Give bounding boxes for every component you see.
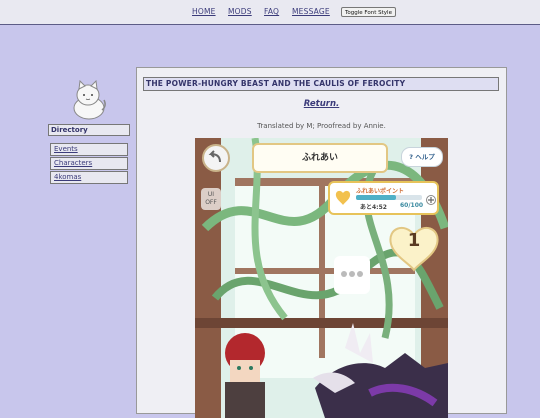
back-arrow-icon	[208, 150, 221, 163]
nav-faq-link[interactable]: FAQ	[264, 7, 279, 16]
game-points-panel: ふれあいポイント あと4:52 60/100	[328, 181, 439, 215]
heart-icon	[335, 190, 351, 205]
game-help-button: ? ヘルプ	[401, 147, 443, 167]
plus-icon	[426, 195, 436, 205]
sidebar-item-events[interactable]: Events	[50, 143, 128, 156]
game-screenshot: ふれあい ? ヘルプ UI OFF ふれあいポイント あと4:52 60/100…	[195, 138, 448, 418]
return-link[interactable]: Return.	[137, 99, 506, 109]
speech-bubble-icon	[334, 256, 370, 294]
points-progress-bar	[356, 195, 422, 200]
story-title: THE POWER-HUNGRY BEAST AND THE CAULIS OF…	[143, 77, 499, 91]
ui-off-label-top: UI	[207, 191, 215, 198]
nav-message-link[interactable]: MESSAGE	[292, 7, 330, 16]
sidebar-list: Events Characters 4komas	[50, 143, 128, 185]
sidebar-item-characters[interactable]: Characters	[50, 157, 128, 170]
points-time: あと4:52	[360, 204, 387, 211]
nav-mods-link[interactable]: MODS	[228, 7, 252, 16]
top-navigation: HOME MODS FAQ MESSAGE Toggle Font Style	[0, 0, 540, 25]
sidebar-item-4komas[interactable]: 4komas	[50, 171, 128, 184]
points-value: 60/100	[400, 202, 424, 209]
game-screen-title: ふれあい	[252, 143, 388, 173]
points-label: ふれあいポイント	[356, 188, 405, 195]
toggle-font-style-button[interactable]: Toggle Font Style	[341, 7, 396, 17]
ui-off-label-bottom: OFF	[205, 199, 217, 206]
nav-home-link[interactable]: HOME	[192, 7, 216, 16]
game-back-button	[202, 144, 230, 172]
main-content: THE POWER-HUNGRY BEAST AND THE CAULIS OF…	[136, 67, 507, 418]
game-background	[195, 138, 448, 418]
game-ui-off-button: UI OFF	[201, 188, 221, 210]
heart-level-number: 1	[407, 230, 421, 251]
translation-credits: Translated by M; Proofread by Annie.	[257, 122, 386, 130]
directory-heading: Directory	[48, 124, 130, 136]
cat-mascot-icon	[73, 80, 106, 120]
